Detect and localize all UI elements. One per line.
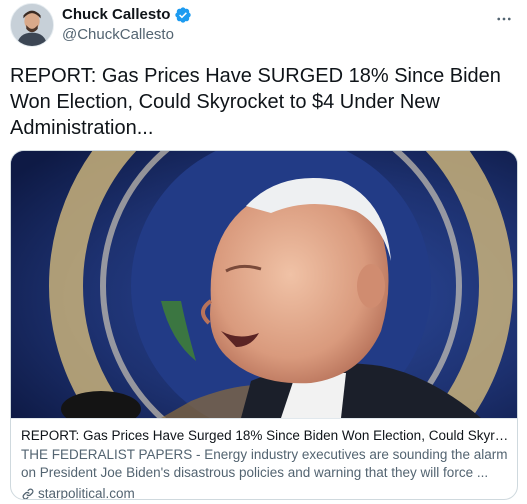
link-icon [21,487,35,499]
display-name[interactable]: Chuck Callesto [62,6,170,24]
card-photo [11,151,517,418]
tweet[interactable]: Chuck Callesto @ChuckCallesto REPORT: Ga… [0,0,527,504]
handle[interactable]: @ChuckCallesto [62,26,192,44]
card-title[interactable]: REPORT: Gas Prices Have Surged 18% Since… [21,427,509,445]
card-image[interactable] [11,151,517,418]
tweet-header: Chuck Callesto @ChuckCallesto [62,6,192,44]
card-domain[interactable]: starpolitical.com [38,485,135,499]
card-description: THE FEDERALIST PAPERS - Energy industry … [21,447,508,480]
card-domain-row[interactable]: starpolitical.com [21,485,509,499]
more-options-icon[interactable] [493,8,515,30]
link-card[interactable]: REPORT: Gas Prices Have Surged 18% Since… [10,150,518,500]
name-row: Chuck Callesto [62,6,192,24]
verified-badge-icon [174,6,192,24]
avatar-image [11,4,53,46]
avatar[interactable] [10,3,54,47]
tweet-text: REPORT: Gas Prices Have SURGED 18% Since… [10,65,501,139]
card-body[interactable]: REPORT: Gas Prices Have Surged 18% Since… [11,418,517,499]
